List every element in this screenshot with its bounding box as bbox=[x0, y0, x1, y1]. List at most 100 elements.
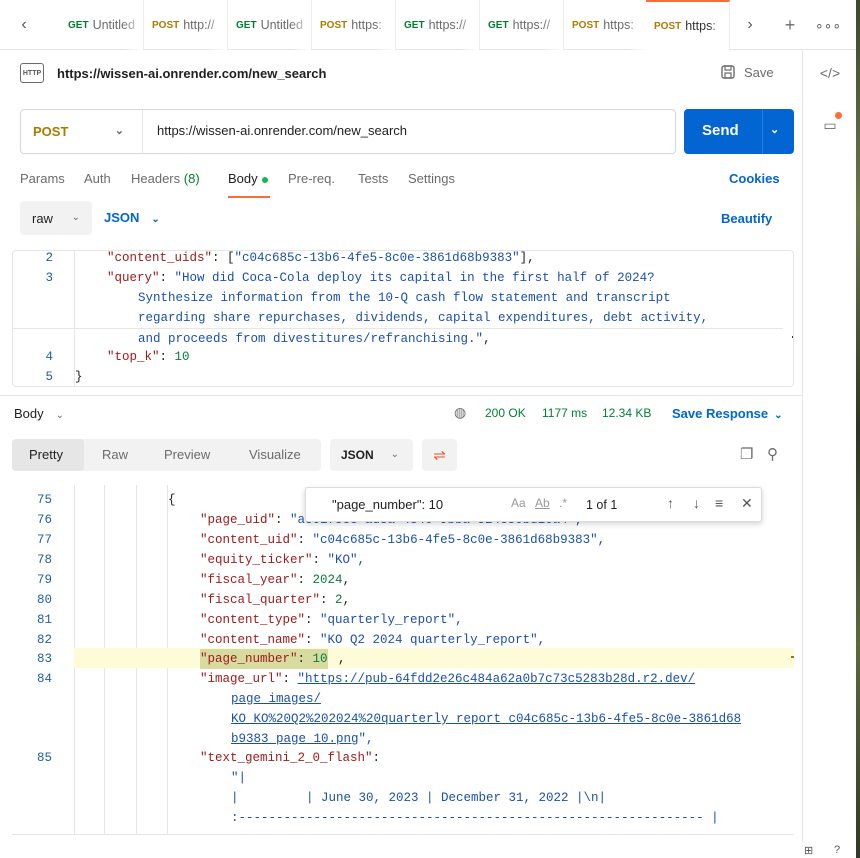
find-in-selection-icon[interactable]: ≡ bbox=[715, 495, 723, 511]
globe-icon[interactable]: ◍ bbox=[454, 404, 472, 422]
active-tab-indicator bbox=[228, 196, 270, 198]
response-body-viewer[interactable]: 75{ 76"page_uid": "ac0175ce-ad5a-4846-9b… bbox=[12, 485, 794, 835]
beautify-button[interactable]: Beautify bbox=[721, 211, 772, 226]
chevron-left-icon[interactable]: ‹ bbox=[10, 10, 38, 40]
tab-bar: ‹ GET Untitled POST http:// GET Untitled PO… bbox=[0, 0, 860, 50]
request-tab[interactable]: POST http:// bbox=[144, 0, 228, 50]
response-size: 12.34 KB bbox=[602, 406, 652, 420]
help-icon[interactable]: ? bbox=[834, 844, 840, 856]
save-response-button[interactable]: Save Response ⌄ bbox=[672, 406, 783, 421]
code-line: Synthesize information from the 10-Q cas… bbox=[138, 291, 671, 305]
method-select[interactable]: POST ⌄ bbox=[21, 110, 143, 153]
wrap-lines-icon[interactable]: ⇌ bbox=[422, 439, 457, 471]
code-line: 82 "content_name": "KO Q2 2024 quarterly_… bbox=[36, 633, 546, 647]
url-bar: POST ⌄ bbox=[20, 109, 676, 154]
status-code: 200 OK bbox=[485, 406, 526, 420]
tab-settings[interactable]: Settings bbox=[408, 171, 455, 186]
request-body-editor[interactable]: 2 "content_uids": ["c04c685c-13b6-4fe5-8c… bbox=[12, 250, 794, 387]
arrow-down-icon[interactable]: ↓ bbox=[693, 495, 700, 511]
code-line: page_images/ bbox=[231, 692, 322, 706]
code-line: regarding share repurchases, dividends, … bbox=[138, 311, 709, 325]
code-line: 80 "fiscal_quarter": 2, bbox=[36, 593, 351, 607]
code-line: 78 "equity_ticker": "KO", bbox=[36, 553, 366, 567]
response-bar: Body ⌄ ◍ 200 OK 1177 ms 12.34 KB Save Res… bbox=[0, 395, 802, 431]
request-header: HTTP https://wissen-ai.onrender.com/new_… bbox=[20, 60, 800, 88]
request-tab[interactable]: GET Untitled bbox=[60, 0, 144, 50]
url-input[interactable] bbox=[157, 123, 657, 138]
search-icon[interactable]: ⚲ bbox=[767, 445, 778, 463]
code-line: | | June 30, 2023 | December 31, 2022 |\… bbox=[231, 791, 607, 805]
code-line: "| bbox=[231, 771, 247, 785]
request-tab[interactable]: POST https: bbox=[312, 0, 396, 50]
code-line: 4 "top_k": 10 bbox=[45, 350, 190, 364]
status-bar bbox=[0, 842, 856, 858]
request-tab[interactable]: POST https: bbox=[564, 0, 648, 50]
request-tab[interactable]: GET https:// bbox=[396, 0, 480, 50]
tab-headers[interactable]: Headers (8) bbox=[131, 171, 200, 186]
request-tab[interactable]: GET https:// bbox=[480, 0, 564, 50]
code-line: 3 "query": "How did Coca-Cola deploy its … bbox=[45, 271, 655, 285]
find-widget: Aa Ab .* 1 of 1 ↑ ↓ ≡ ✕ bbox=[305, 487, 762, 522]
close-icon[interactable]: ✕ bbox=[741, 495, 753, 512]
tab-params[interactable]: Params bbox=[20, 171, 65, 186]
more-icon[interactable]: ∘∘∘ bbox=[813, 10, 843, 40]
layout-icon[interactable]: ⊞ bbox=[804, 844, 813, 857]
desktop-background bbox=[856, 0, 860, 858]
notification-dot bbox=[835, 112, 842, 119]
tab-pretty[interactable]: Pretty bbox=[12, 439, 84, 471]
tab-body[interactable]: Body bbox=[228, 171, 268, 186]
chevron-down-icon: ⌄ bbox=[774, 410, 783, 421]
find-input[interactable] bbox=[332, 497, 502, 512]
chevron-down-icon: ⌄ bbox=[55, 410, 65, 421]
send-button[interactable]: Send ⌄ bbox=[684, 109, 794, 154]
app-window: { "tabs": [ {"method": "GET", "label": "… bbox=[0, 0, 860, 858]
code-line: 77 "content_uid": "c04c685c-13b6-4fe5-8c0… bbox=[36, 533, 606, 547]
response-body-select[interactable]: Body ⌄ bbox=[14, 406, 64, 421]
code-line: KO_KO%20Q2%202024%20quarterly_report_c04… bbox=[231, 712, 742, 726]
request-tab-active[interactable]: POST https: bbox=[646, 0, 730, 50]
http-icon: HTTP bbox=[20, 63, 44, 83]
copy-icon[interactable]: ❐ bbox=[740, 445, 753, 463]
code-line: 85 "text_gemini_2_0_flash": bbox=[36, 751, 381, 765]
chevron-down-icon[interactable]: ⌄ bbox=[770, 123, 779, 136]
cookies-link[interactable]: Cookies bbox=[729, 171, 780, 186]
code-line: 84 "image_url": "https://pub-64fdd2e26c48… bbox=[36, 672, 696, 686]
code-line: 79 "fiscal_year": 2024, bbox=[36, 573, 351, 587]
request-tabs: Params Auth Headers (8) Body Pre-req. Te… bbox=[20, 168, 800, 198]
plus-icon[interactable]: + bbox=[775, 10, 805, 40]
code-line: 5} bbox=[45, 370, 83, 384]
image-url-link[interactable]: "https://pub-64fdd2e26c484a62a0b7c73c528… bbox=[298, 672, 696, 686]
request-tab[interactable]: GET Untitled bbox=[228, 0, 312, 50]
chevron-down-icon: ⌄ bbox=[390, 449, 399, 460]
code-line: 2 "content_uids": ["c04c685c-13b6-4fe5-8c… bbox=[45, 251, 535, 265]
right-sidebar: </> ▭ bbox=[802, 50, 856, 858]
whole-word-icon[interactable]: Ab bbox=[535, 496, 550, 510]
tab-prereq[interactable]: Pre-req. bbox=[288, 171, 335, 186]
tab-auth[interactable]: Auth bbox=[84, 171, 111, 186]
response-format-select[interactable]: JSON ⌄ bbox=[330, 439, 413, 471]
chevron-down-icon: ⌄ bbox=[151, 214, 160, 225]
tab-tests[interactable]: Tests bbox=[358, 171, 388, 186]
tab-visualize[interactable]: Visualize bbox=[235, 439, 315, 471]
match-count: 1 of 1 bbox=[586, 498, 618, 512]
tab-raw[interactable]: Raw bbox=[88, 439, 142, 471]
tab-preview[interactable]: Preview bbox=[150, 439, 224, 471]
save-button[interactable]: Save bbox=[720, 64, 774, 80]
regex-icon[interactable]: .* bbox=[559, 496, 567, 510]
code-icon[interactable]: </> bbox=[815, 58, 845, 88]
scroll-marker bbox=[792, 336, 793, 338]
chevron-down-icon: ⌄ bbox=[71, 212, 80, 223]
code-line: :---------------------------------------… bbox=[231, 811, 719, 825]
request-name[interactable]: https://wissen-ai.onrender.com/new_searc… bbox=[57, 66, 326, 81]
arrow-up-icon[interactable]: ↑ bbox=[667, 495, 674, 511]
match-case-icon[interactable]: Aa bbox=[511, 496, 526, 510]
chevron-down-icon: ⌄ bbox=[114, 125, 124, 137]
code-line-match: 83 "page_number": 10, bbox=[12, 649, 782, 669]
body-mode-select[interactable]: raw ⌄ bbox=[20, 201, 92, 235]
language-select[interactable]: JSON ⌄ bbox=[104, 210, 160, 225]
response-view-tabs: Pretty Raw Preview Visualize bbox=[12, 439, 321, 471]
chevron-right-icon[interactable]: › bbox=[736, 10, 764, 40]
match-marker bbox=[791, 656, 794, 658]
save-icon bbox=[721, 65, 735, 79]
body-options: raw ⌄ JSON ⌄ Beautify bbox=[20, 201, 800, 235]
